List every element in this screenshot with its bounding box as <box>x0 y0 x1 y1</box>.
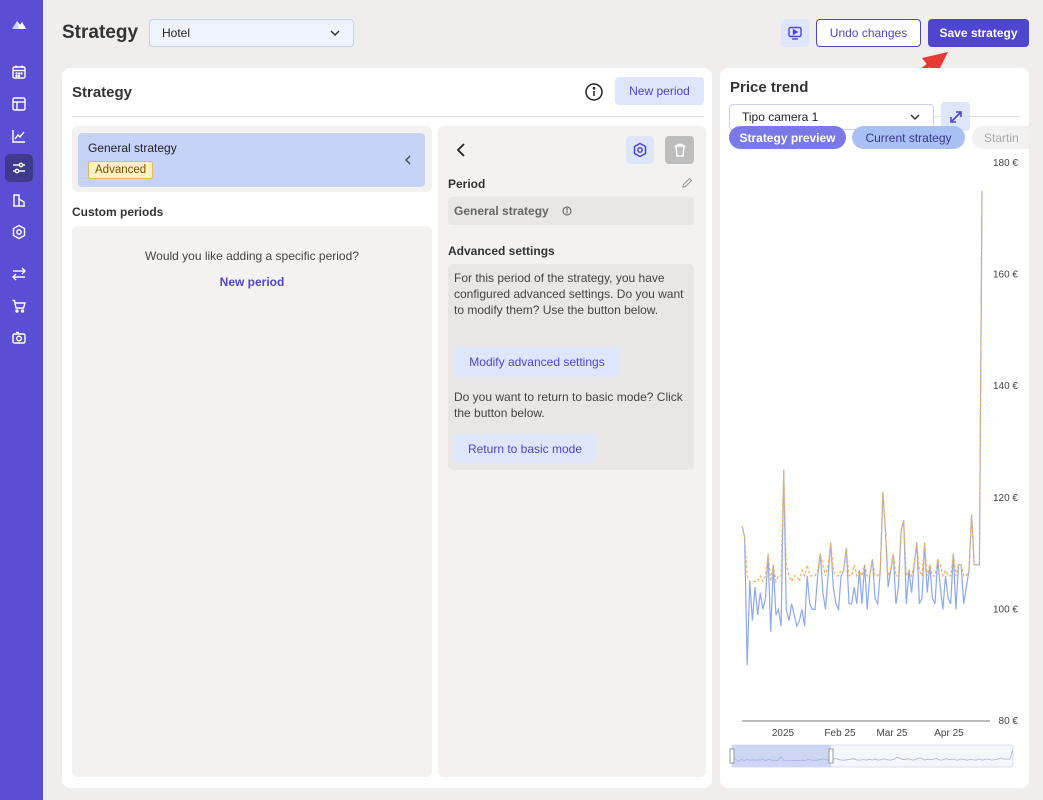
room-type-value: Tipo camera 1 <box>742 110 819 124</box>
hexagon-settings-icon <box>633 142 647 158</box>
y-tick-label: 120 € <box>993 493 1018 504</box>
page-title: Strategy <box>62 22 139 43</box>
undo-changes-button[interactable]: Undo changes <box>816 19 921 47</box>
chip-starting[interactable]: Startin <box>972 126 1029 149</box>
strategy-panel-title: Strategy <box>72 84 133 101</box>
transfer-icon[interactable] <box>5 260 33 288</box>
general-strategy-label: General strategy <box>88 141 177 155</box>
custom-periods-box: Would you like adding a specific period?… <box>72 226 432 777</box>
layout-icon[interactable] <box>5 90 33 118</box>
info-icon[interactable] <box>584 82 604 102</box>
period-settings-button[interactable] <box>626 136 654 164</box>
period-value-field: General strategy <box>448 197 694 225</box>
x-tick-label: Feb 25 <box>824 728 856 739</box>
period-label: Period <box>448 177 486 191</box>
new-period-link[interactable]: New period <box>72 275 432 289</box>
delete-period-button[interactable] <box>665 136 694 164</box>
y-tick-label: 180 € <box>993 158 1018 169</box>
return-basic-mode-button[interactable]: Return to basic mode <box>454 434 596 463</box>
expand-icon <box>949 110 962 123</box>
chevron-left-icon <box>405 155 411 165</box>
series-line-strategy-preview <box>741 190 983 584</box>
trash-icon <box>674 143 685 157</box>
brush-handle-right[interactable] <box>828 748 834 764</box>
chevron-down-icon <box>910 114 920 121</box>
chip-strategy-preview[interactable]: Strategy preview <box>729 126 846 149</box>
price-trend-panel: Price trend Tipo camera 1 Strategy previ… <box>720 68 1029 788</box>
chart-brush[interactable] <box>729 744 1014 768</box>
hotel-select[interactable]: Hotel <box>149 19 354 47</box>
period-value: General strategy <box>454 204 549 218</box>
period-detail-box: Period General strategy Advanced setting… <box>438 126 706 777</box>
y-tick-label: 80 € <box>999 716 1019 727</box>
sidebar <box>0 0 43 800</box>
sliders-icon[interactable] <box>5 154 33 182</box>
hotel-select-value: Hotel <box>162 26 191 40</box>
logo-icon[interactable] <box>5 10 33 38</box>
save-strategy-button[interactable]: Save strategy <box>928 19 1029 47</box>
custom-periods-title: Custom periods <box>72 205 164 219</box>
series-line-current-strategy <box>741 190 983 666</box>
x-tick-label: 2025 <box>772 728 795 739</box>
preview-video-button[interactable] <box>781 19 809 47</box>
edit-pencil-icon[interactable] <box>681 177 693 189</box>
price-chart: 180 € 160 € 140 € 120 € 100 € 80 € 2025 Feb 25… <box>729 158 1019 768</box>
info-small-icon[interactable] <box>562 206 572 216</box>
advanced-settings-title: Advanced settings <box>448 244 555 258</box>
building-icon[interactable] <box>5 186 33 214</box>
strategy-panel: Strategy New period General strategy Adv… <box>62 68 712 788</box>
basic-mode-text: Do you want to return to basic mode? Cli… <box>454 390 683 420</box>
chip-current-strategy[interactable]: Current strategy <box>852 126 965 149</box>
back-chevron-icon[interactable] <box>455 142 467 158</box>
advanced-badge: Advanced <box>88 161 154 179</box>
chevron-down-icon <box>330 30 340 37</box>
line-chart-icon[interactable] <box>5 122 33 150</box>
brush-handle-left[interactable] <box>729 748 735 764</box>
video-icon <box>788 26 802 40</box>
advanced-settings-box: For this period of the strategy, you hav… <box>448 264 694 470</box>
header-divider <box>72 116 704 117</box>
new-period-button[interactable]: New period <box>615 77 704 105</box>
y-tick-label: 140 € <box>993 381 1018 392</box>
hexagon-settings-icon[interactable] <box>5 218 33 246</box>
empty-message: Would you like adding a specific period? <box>145 249 359 263</box>
calendar-icon[interactable] <box>5 58 33 86</box>
cart-icon[interactable] <box>5 292 33 320</box>
camera-icon[interactable] <box>5 324 33 352</box>
x-tick-label: Mar 25 <box>876 728 908 739</box>
y-tick-label: 100 € <box>993 604 1018 615</box>
modify-advanced-settings-button[interactable]: Modify advanced settings <box>454 347 620 377</box>
x-tick-label: Apr 25 <box>934 728 964 739</box>
general-strategy-card[interactable]: General strategy Advanced <box>78 133 425 187</box>
y-tick-label: 160 € <box>993 270 1018 281</box>
price-trend-title: Price trend <box>730 79 809 96</box>
advanced-text: For this period of the strategy, you hav… <box>454 271 684 317</box>
